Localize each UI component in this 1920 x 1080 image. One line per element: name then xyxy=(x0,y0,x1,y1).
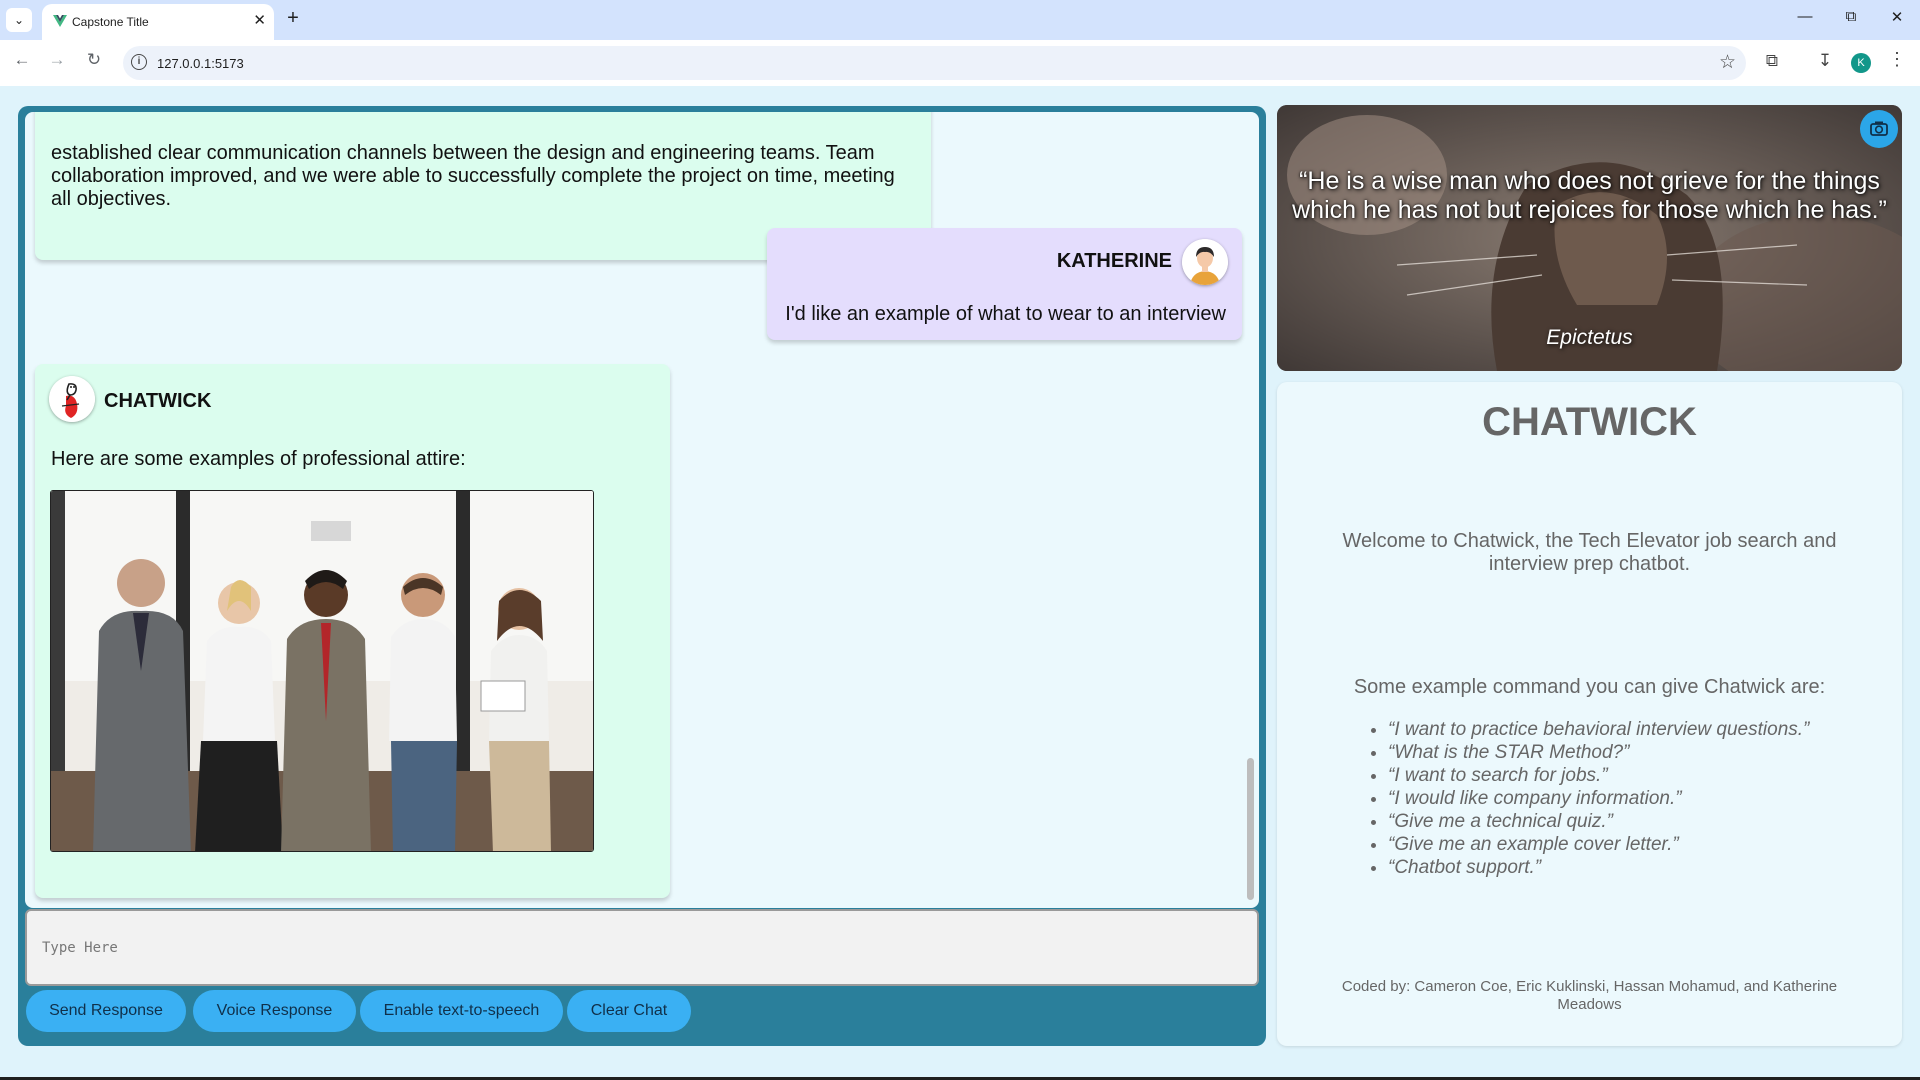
reload-icon[interactable]: ↻ xyxy=(82,50,106,70)
welcome-text: Welcome to Chatwick, the Tech Elevator j… xyxy=(1342,530,1837,575)
minimize-icon[interactable]: — xyxy=(1790,8,1820,25)
profile-avatar[interactable]: K xyxy=(1851,53,1871,73)
credits-text: Coded by: Cameron Coe, Eric Kuklinski, H… xyxy=(1341,978,1838,1013)
clear-chat-button[interactable]: Clear Chat xyxy=(567,990,691,1032)
chat-panel: established clear communication channels… xyxy=(18,106,1266,1046)
professional-attire-photo xyxy=(51,491,593,851)
quote-card: “He is a wise man who does not grieve fo… xyxy=(1277,105,1902,371)
examples-heading: Some example command you can give Chatwi… xyxy=(1353,676,1826,698)
browser-tab-bar: ⌄ Capstone Title ✕ + — ⧉ ✕ xyxy=(0,0,1920,40)
avatar xyxy=(49,376,95,422)
list-item: “I would like company information.” xyxy=(1388,787,1886,810)
list-item: “Chatbot support.” xyxy=(1388,856,1886,879)
list-item: “Give me a technical quiz.” xyxy=(1388,810,1886,833)
message-text: Here are some examples of professional a… xyxy=(51,448,466,470)
camera-icon xyxy=(1870,121,1888,136)
list-item: “What is the STAR Method?” xyxy=(1388,741,1886,764)
list-item: “I want to practice behavioral interview… xyxy=(1388,718,1886,741)
professional-attire-image xyxy=(50,490,594,852)
star-icon[interactable]: ☆ xyxy=(1719,51,1736,74)
arrow-right-icon[interactable]: → xyxy=(45,50,69,70)
chat-history[interactable]: established clear communication channels… xyxy=(25,112,1259,908)
app-title: CHATWICK xyxy=(1482,400,1697,444)
enable-tts-button[interactable]: Enable text-to-speech xyxy=(360,990,563,1032)
sender-name: KATHERINE xyxy=(1056,250,1172,272)
voice-response-button[interactable]: Voice Response xyxy=(193,990,356,1032)
address-bar[interactable]: i 127.0.0.1:5173 ☆ xyxy=(123,46,1746,80)
arrow-left-icon[interactable]: ← xyxy=(10,50,34,70)
list-item: “I want to search for jobs.” xyxy=(1388,764,1886,787)
chat-message-user: KATHERINE I'd like an example of what to… xyxy=(767,228,1242,340)
browser-toolbar: ← → ↻ i 127.0.0.1:5173 ☆ ⧉ ↧ K ⋮ xyxy=(0,40,1920,86)
chat-scrollbar[interactable] xyxy=(1247,758,1254,900)
chatwick-logo-icon xyxy=(49,376,95,422)
user-avatar-icon xyxy=(1182,239,1228,285)
list-item: “Give me an example cover letter.” xyxy=(1388,833,1886,856)
browser-tab[interactable]: Capstone Title ✕ xyxy=(42,4,274,40)
message-text: I'd like an example of what to wear to a… xyxy=(785,303,1226,325)
message-text: established clear communication channels… xyxy=(51,142,895,210)
info-icon[interactable]: i xyxy=(131,54,147,70)
chat-message-bot: CHATWICK Here are some examples of profe… xyxy=(35,364,670,898)
chat-input[interactable] xyxy=(25,909,1259,986)
chevron-down-icon: ⌄ xyxy=(13,13,25,27)
quote-text: “He is a wise man who does not grieve fo… xyxy=(1292,167,1887,224)
restore-icon[interactable]: ⧉ xyxy=(1836,8,1866,25)
kebab-menu-icon[interactable]: ⋮ xyxy=(1888,49,1906,70)
info-card: CHATWICK Welcome to Chatwick, the Tech E… xyxy=(1277,382,1902,1046)
send-response-button[interactable]: Send Response xyxy=(26,990,186,1032)
avatar xyxy=(1182,239,1228,285)
tab-title: Capstone Title xyxy=(72,15,149,29)
plus-icon[interactable]: + xyxy=(282,7,304,30)
screenshot-button[interactable] xyxy=(1860,110,1898,148)
vue-logo-icon xyxy=(53,15,67,27)
close-icon[interactable]: ✕ xyxy=(253,11,266,29)
download-icon[interactable]: ↧ xyxy=(1813,51,1837,71)
window-close-icon[interactable]: ✕ xyxy=(1882,8,1912,26)
url-text[interactable]: 127.0.0.1:5173 xyxy=(157,56,244,71)
sender-name: CHATWICK xyxy=(104,390,212,412)
quote-author: Epictetus xyxy=(1546,326,1633,349)
tab-list-button[interactable]: ⌄ xyxy=(6,8,32,32)
puzzle-icon[interactable]: ⧉ xyxy=(1760,51,1784,71)
example-commands-list: “I want to practice behavioral interview… xyxy=(1366,718,1886,879)
